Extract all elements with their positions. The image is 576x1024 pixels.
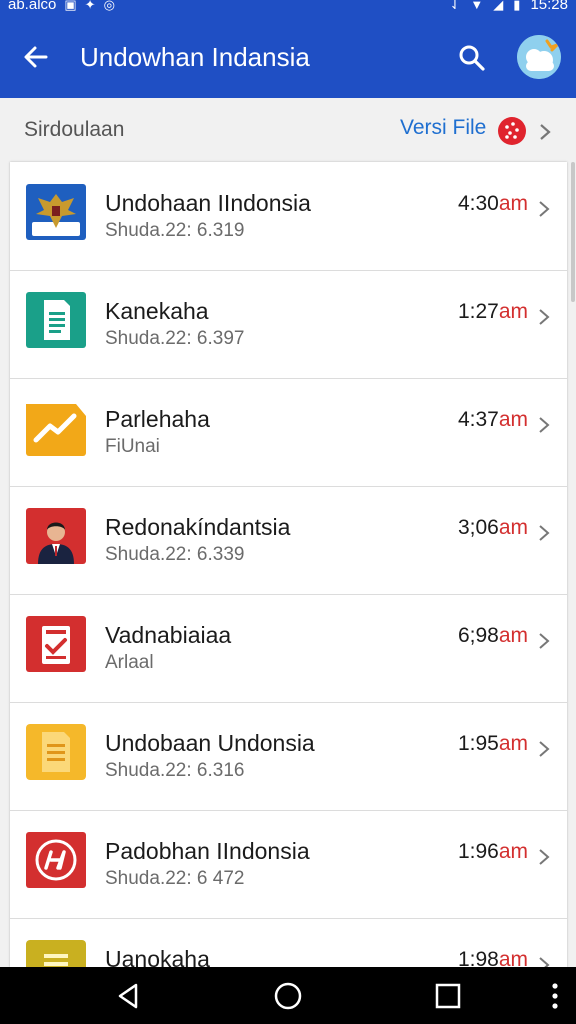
chevron-right-icon[interactable] [537, 123, 553, 141]
subheader: Sirdoulaan Versi File [0, 98, 576, 162]
item-title: Vadnabiaiaa [105, 622, 232, 648]
list-item[interactable]: Undobaan Undonsia Shuda.22: 6.316 1:95am [10, 702, 567, 811]
notes-icon [26, 940, 86, 967]
avatar-icon [517, 35, 561, 79]
chevron-right-icon [539, 417, 550, 433]
trend-chart-icon [26, 400, 86, 456]
more-vert-icon[interactable] [540, 981, 570, 1011]
item-subtitle: Shuda.22: 6.316 [105, 760, 245, 781]
badge-icon[interactable] [497, 116, 527, 146]
list-item[interactable]: Padobhan IIndonsia Shuda.22: 6 472 1:96a… [10, 810, 567, 919]
item-title: Kanekaha [105, 298, 209, 324]
garuda-emblem-icon [26, 184, 86, 240]
list-item[interactable]: Undohaan IIndonsia Shuda.22: 6.319 4:30a… [10, 162, 567, 271]
item-time: 3;06am [457, 516, 528, 539]
item-subtitle: FiUnai [105, 436, 160, 457]
back-triangle-icon[interactable] [114, 981, 144, 1011]
chevron-right-icon [539, 201, 550, 217]
cellular-icon: ◢ [493, 0, 504, 12]
item-time: 4:30am [457, 192, 528, 215]
item-title: Parlehaha [105, 406, 210, 432]
chevron-right-icon [539, 633, 550, 649]
search-icon [459, 45, 485, 71]
item-subtitle: Shuda.22: 6.319 [105, 220, 245, 241]
scrollbar[interactable] [571, 162, 575, 302]
file-list: Undohaan IIndonsia Shuda.22: 6.319 4:30a… [10, 162, 567, 967]
section-label: Sirdoulaan [24, 118, 125, 141]
logo-circle-icon [26, 832, 86, 888]
item-time: 4:37am [457, 408, 528, 431]
lock-icon: ◎ [103, 0, 115, 12]
wifi-icon: ▼ [470, 0, 484, 12]
item-subtitle: Shuda.22: 6.339 [105, 544, 245, 565]
item-subtitle: Shuda.22: 6.397 [105, 328, 245, 349]
navigation-bar [0, 967, 576, 1024]
page-title: Undowhan Indansia [80, 42, 310, 72]
list-item[interactable]: Uanokaha 1:98am [10, 918, 567, 967]
chevron-right-icon [539, 849, 550, 865]
twitter-icon: ✦ [84, 0, 96, 12]
status-bar: ab.alco ▣ ✦ ◎ ⇃ ▼ ◢ ▮ 15:28 [0, 0, 576, 16]
item-time: 1:96am [457, 840, 528, 863]
signal-icon: ⇃ [449, 0, 461, 12]
person-portrait-icon [26, 508, 86, 564]
app-bar: Undowhan Indansia [0, 16, 576, 98]
item-title: Undobaan Undonsia [105, 730, 315, 756]
chevron-right-icon [539, 309, 550, 325]
list-item[interactable]: Redonakíndantsia Shuda.22: 6.339 3;06am [10, 486, 567, 595]
recents-square-icon[interactable] [433, 981, 463, 1011]
notes-icon [26, 724, 86, 780]
carrier-text: ab.alco [8, 0, 57, 13]
item-title: Undohaan IIndonsia [105, 190, 311, 216]
chevron-right-icon [539, 525, 550, 541]
item-subtitle: Shuda.22: 6 472 [105, 868, 245, 889]
avatar[interactable] [517, 35, 561, 79]
home-circle-icon[interactable] [273, 981, 303, 1011]
item-time: 1:98am [457, 948, 528, 967]
search-button[interactable] [456, 42, 488, 74]
item-title: Uanokaha [105, 946, 210, 967]
clock: 15:28 [530, 0, 568, 13]
notification-icon: ▣ [64, 0, 77, 12]
checklist-icon [26, 616, 86, 672]
versi-file-link[interactable]: Versi File [400, 116, 486, 140]
item-time: 1:27am [457, 300, 528, 323]
document-icon [26, 292, 86, 348]
item-time: 6;98am [457, 624, 528, 647]
item-subtitle: Arlaal [105, 652, 154, 673]
list-item[interactable]: Parlehaha FiUnai 4:37am [10, 378, 567, 487]
list-item[interactable]: Vadnabiaiaa Arlaal 6;98am [10, 594, 567, 703]
item-title: Padobhan IIndonsia [105, 838, 310, 864]
back-arrow-icon [24, 46, 48, 68]
chevron-right-icon [539, 957, 550, 967]
back-button[interactable] [20, 41, 52, 73]
battery-icon: ▮ [513, 0, 521, 12]
item-title: Redonakíndantsia [105, 514, 291, 540]
item-time: 1:95am [457, 732, 528, 755]
list-item[interactable]: Kanekaha Shuda.22: 6.397 1:27am [10, 270, 567, 379]
chevron-right-icon [539, 741, 550, 757]
